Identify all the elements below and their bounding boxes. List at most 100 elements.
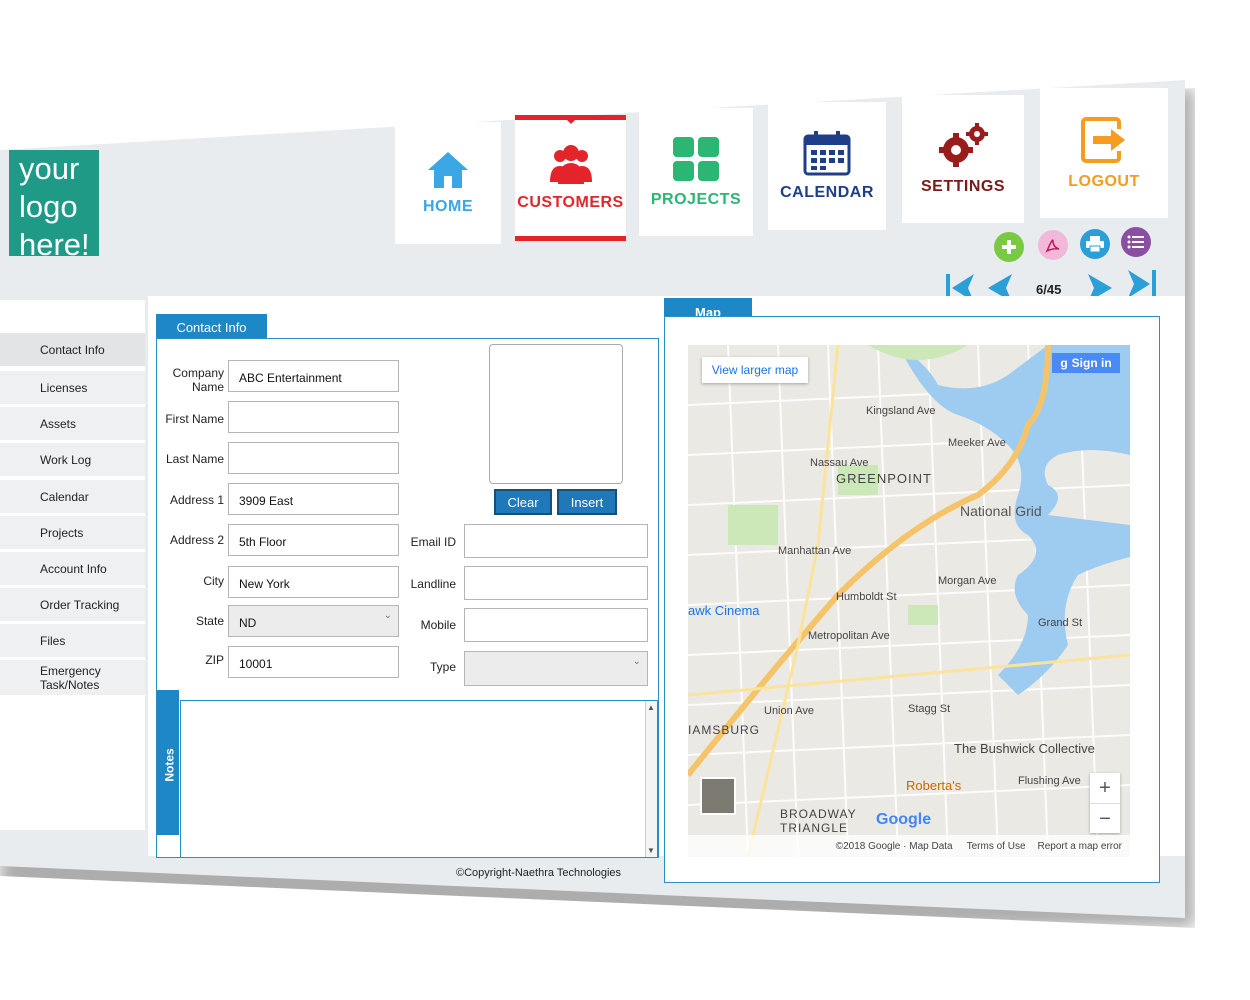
address1-label: Address 1 — [169, 493, 224, 507]
address1-input[interactable]: 3909 East — [228, 483, 399, 515]
sidebar-item-emergency-task-notes[interactable]: Emergency Task/Notes — [0, 660, 145, 696]
nav-customers[interactable]: CUSTOMERS — [515, 115, 626, 241]
satellite-toggle[interactable] — [700, 777, 736, 815]
first-name-label: First Name — [165, 412, 224, 426]
map-label: Flushing Ave — [1018, 775, 1081, 787]
list-icon — [1127, 235, 1144, 249]
landline-input[interactable] — [464, 566, 648, 600]
sidebar-item-label: Projects — [40, 525, 84, 540]
sidebar-item-licenses[interactable]: Licenses — [0, 371, 145, 405]
nav-calendar[interactable]: CALENDAR — [768, 102, 886, 230]
active-indicator — [565, 119, 576, 124]
scroll-down-icon[interactable]: ▼ — [647, 846, 655, 855]
tab-notes: Notes — [157, 690, 179, 835]
notes-scrollbar[interactable]: ▲ ▼ — [645, 701, 657, 857]
list-button[interactable] — [1121, 227, 1151, 257]
map-terms-link[interactable]: Terms of Use — [967, 841, 1026, 852]
nav-home-label: HOME — [423, 198, 473, 215]
sidebar-item-order-tracking[interactable]: Order Tracking — [0, 588, 145, 622]
sidebar-item-label: Assets — [40, 416, 77, 431]
map-label: Metropolitan Ave — [808, 630, 890, 642]
last-name-label: Last Name — [165, 452, 224, 466]
sidebar-item-contact-info[interactable]: Contact Info — [0, 333, 145, 367]
pdf-button[interactable] — [1038, 230, 1068, 260]
map-view[interactable]: View larger map g Sign in GREENPOINT Nat… — [688, 345, 1130, 857]
map-label: Stagg St — [908, 703, 951, 715]
email-label: Email ID — [410, 535, 456, 549]
map-label: IAMSBURG — [688, 723, 761, 737]
state-value: ND — [239, 616, 257, 630]
zoom-in-button[interactable]: + — [1090, 773, 1120, 803]
sidebar-item-calendar[interactable]: Calendar — [0, 480, 145, 514]
calendar-icon — [803, 131, 851, 176]
logo-line-3: here! — [19, 227, 90, 262]
zoom-control: + − — [1090, 773, 1120, 833]
map-report-link[interactable]: Report a map error — [1038, 841, 1122, 852]
nav-projects[interactable]: PROJECTS — [639, 108, 753, 236]
print-button[interactable] — [1080, 229, 1110, 259]
first-name-input[interactable] — [228, 401, 399, 433]
state-select[interactable]: ND ⌄ — [228, 605, 399, 637]
sidebar-item-account-info[interactable]: Account Info — [0, 552, 145, 586]
address2-input[interactable]: 5th Floor — [228, 524, 399, 556]
nav-settings-label: SETTINGS — [920, 178, 1005, 195]
company-label-line-2: Name — [191, 380, 224, 394]
landline-label: Landline — [410, 577, 456, 591]
company-label-line-1: Company — [172, 366, 224, 380]
type-label: Type — [429, 660, 456, 674]
sidebar-item-work-log[interactable]: Work Log — [0, 443, 145, 477]
last-name-input[interactable] — [228, 442, 399, 474]
add-button[interactable] — [994, 232, 1024, 262]
map-label: Humboldt St — [836, 591, 897, 603]
tab-contact-info-label: Contact Info — [176, 319, 247, 335]
add-icon — [1002, 240, 1016, 254]
type-select[interactable]: ⌄ — [464, 651, 648, 686]
city-input[interactable]: New York — [228, 566, 399, 598]
notes-textarea[interactable]: ▲ ▼ — [180, 700, 658, 858]
sidebar-item-files[interactable]: Files — [0, 624, 145, 658]
sidebar-item-label: Files — [40, 633, 66, 648]
map-label: Roberta's — [906, 778, 962, 793]
map-sign-in-button[interactable]: g Sign in — [1052, 353, 1120, 373]
map-label: Nassau Ave — [810, 457, 869, 469]
sidebar-item-label: Work Log — [40, 452, 92, 467]
sidebar-item-label: Emergency Task/Notes — [40, 663, 101, 692]
company-logo: your logo here! — [9, 150, 99, 262]
zoom-out-button[interactable]: − — [1090, 803, 1120, 834]
view-larger-map-link[interactable]: View larger map — [702, 357, 808, 383]
insert-button[interactable]: Insert — [557, 489, 617, 515]
nav-settings[interactable]: SETTINGS — [902, 95, 1024, 223]
nav-logout[interactable]: LOGOUT — [1040, 88, 1168, 218]
clear-button[interactable]: Clear — [494, 489, 552, 515]
map-label: National Grid — [960, 503, 1042, 519]
nav-projects-label: PROJECTS — [650, 191, 742, 208]
tab-notes-label: Notes — [162, 748, 177, 782]
gear-icon — [939, 123, 988, 167]
company-name-label: Company Name — [160, 366, 224, 394]
nav-calendar-label: CALENDAR — [780, 184, 874, 201]
nav-logout-label: LOGOUT — [1068, 173, 1140, 190]
footer-copyright: ©Copyright-Naethra Technologies — [456, 867, 622, 879]
email-input[interactable] — [464, 524, 648, 558]
google-logo: Google — [876, 811, 932, 828]
map-label: Morgan Ave — [938, 575, 997, 587]
page-counter: 6/45 — [1036, 282, 1062, 297]
map-label: Kingsland Ave — [866, 405, 936, 417]
sidebar-item-projects[interactable]: Projects — [0, 516, 145, 550]
sidebar-item-assets[interactable]: Assets — [0, 407, 145, 441]
users-icon — [549, 145, 592, 184]
photo-box[interactable] — [489, 344, 623, 484]
logo-line-2: logo — [19, 189, 78, 224]
map-label: Manhattan Ave — [778, 545, 852, 557]
nav-home[interactable]: HOME — [395, 122, 501, 244]
mobile-input[interactable] — [464, 608, 648, 642]
map-label: BROADWAY TRIANGLE — [780, 807, 857, 835]
company-name-input[interactable]: ABC Entertainment — [228, 360, 399, 392]
map-attribution: ©2018 Google · Map Data — [835, 840, 953, 852]
chevron-down-icon: ⌄ — [632, 656, 641, 667]
scroll-up-icon[interactable]: ▲ — [647, 703, 655, 712]
tab-contact-info[interactable]: Contact Info — [156, 314, 267, 340]
map-attribution-bar: ©2018 Google · Map Data Terms of Use Rep… — [688, 835, 1130, 857]
map-sign-in-label: Sign in — [1071, 356, 1112, 370]
zip-input[interactable]: 10001 — [228, 646, 399, 678]
